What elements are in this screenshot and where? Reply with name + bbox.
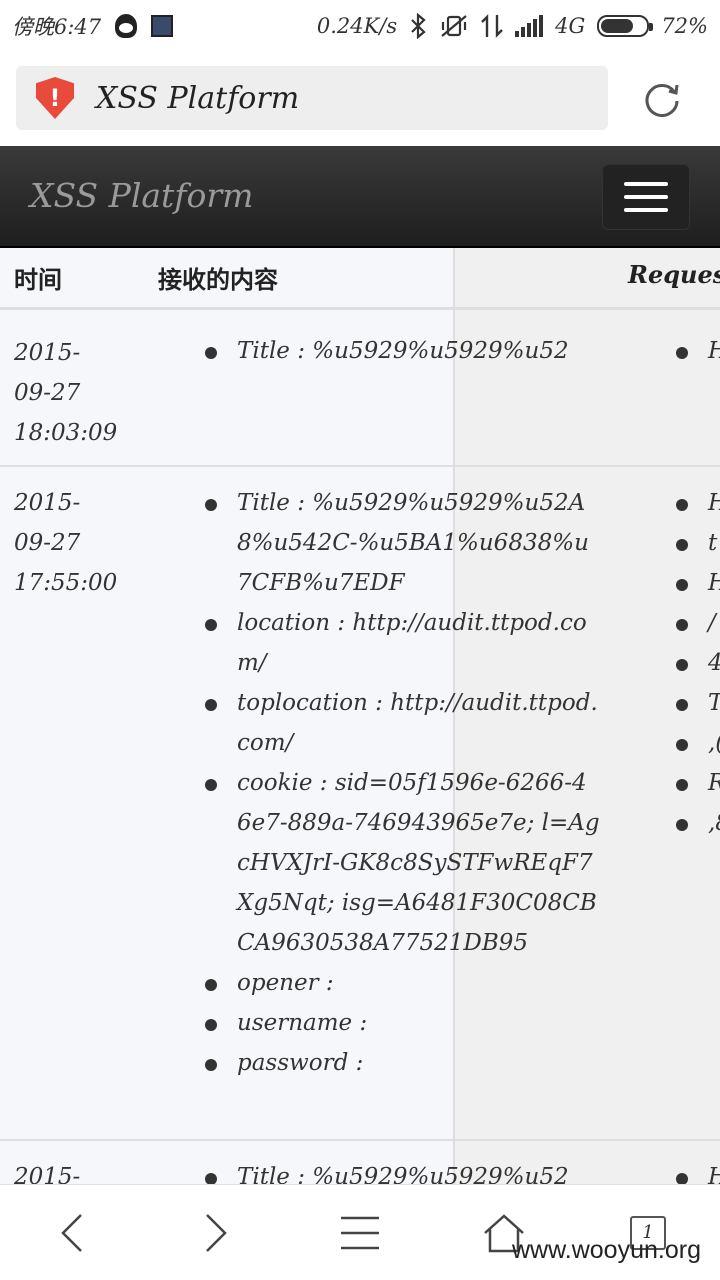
time-date-year: 2015- <box>14 490 81 516</box>
data-table: 时间 接收的内容 Request 2015- 09-27 18:03:09 Ti… <box>0 248 720 1184</box>
browser-bottom-nav: 1 <box>0 1184 720 1280</box>
request-list: H <box>676 331 720 371</box>
request-list: H <box>676 1157 720 1184</box>
table-row: 2015- Title : %u5929%u5929%u52 H <box>0 1141 720 1184</box>
address-bar[interactable]: ! XSS Platform <box>16 66 608 130</box>
time-date-day: 09-27 <box>14 530 81 556</box>
list-item-location: location : http://audit.ttpod.com/ <box>205 603 600 683</box>
brand-logo[interactable]: XSS Platform <box>30 176 253 215</box>
list-item-opener: opener : <box>205 963 600 1003</box>
status-bar: 傍晚6:47 0.24K/s 4G 72% <box>0 0 720 52</box>
list-item-cont: 4 <box>676 643 720 683</box>
list-item-title: Title : %u5929%u5929%u52A8%u542C-%u5BA1%… <box>205 483 600 603</box>
list-item: Title : %u5929%u5929%u52 <box>205 331 600 371</box>
menu-icon <box>341 1216 379 1249</box>
row-time: 2015- 09-27 17:55:00 <box>14 483 164 603</box>
request-list: H t H / 4 T ,( R ,8 <box>676 483 720 843</box>
list-item-username: username : <box>205 1003 600 1043</box>
watermark: www.wooyun.org <box>512 1236 701 1264</box>
app-navbar: XSS Platform <box>0 146 720 248</box>
hamburger-line <box>624 195 668 199</box>
hamburger-line <box>624 208 668 212</box>
list-item-toplocation: toplocation : http://audit.ttpod.com/ <box>205 683 600 763</box>
address-bar-title[interactable]: XSS Platform <box>96 81 299 116</box>
battery-percent: 72% <box>661 14 708 38</box>
network-speed: 0.24K/s <box>316 14 398 38</box>
list-item: H <box>676 1157 720 1184</box>
back-button[interactable] <box>37 1198 107 1268</box>
list-item: H <box>676 483 720 523</box>
list-item-cont: T <box>676 683 720 723</box>
table-row: 2015- 09-27 17:55:00 Title : %u5929%u592… <box>0 467 720 1141</box>
shield-warning-icon[interactable]: ! <box>36 77 74 119</box>
table-header: 时间 接收的内容 Request <box>0 248 720 310</box>
menu-button[interactable] <box>325 1198 395 1268</box>
chevron-left-icon <box>61 1213 82 1252</box>
list-item: H <box>676 563 720 603</box>
battery-icon <box>597 15 654 37</box>
browser-toolbar: ! XSS Platform <box>0 52 720 146</box>
qq-icon <box>115 14 138 38</box>
row-time: 2015- 09-27 18:03:09 <box>14 333 164 453</box>
vibrate-off-icon <box>441 15 467 37</box>
time-date-day: 09-27 <box>14 380 81 406</box>
app-notification-icon <box>151 15 174 37</box>
list-item-cont: / <box>676 603 720 643</box>
network-type: 4G <box>555 14 586 38</box>
list-item-cont: ,8 <box>676 803 720 843</box>
header-request: Request <box>628 260 720 289</box>
header-content: 接收的内容 <box>158 266 278 294</box>
row-time: 2015- <box>14 1157 164 1184</box>
list-item: H <box>676 331 720 371</box>
chevron-right-icon <box>206 1213 227 1252</box>
list-item-password: password : <box>205 1043 600 1083</box>
status-time: 傍晚6:47 <box>12 15 102 39</box>
signal-icon <box>515 15 544 37</box>
list-item-cookie: cookie : sid=05f1596e-6266-46e7-889a-746… <box>205 763 600 963</box>
time-clock: 17:55:00 <box>14 570 118 596</box>
header-time: 时间 <box>14 266 62 294</box>
hamburger-line <box>624 182 668 186</box>
content-list: Title : %u5929%u5929%u52 <box>205 331 600 371</box>
forward-button[interactable] <box>181 1198 251 1268</box>
list-item-cont: ,( <box>676 723 720 763</box>
menu-toggle-button[interactable] <box>602 164 690 230</box>
content-list: Title : %u5929%u5929%u52A8%u542C-%u5BA1%… <box>205 483 600 1083</box>
time-clock: 18:03:09 <box>14 420 118 446</box>
data-transfer-icon <box>481 14 504 38</box>
list-item: Title : %u5929%u5929%u52 <box>205 1157 600 1184</box>
table-row: 2015- 09-27 18:03:09 Title : %u5929%u592… <box>0 313 720 467</box>
list-item-cont: t <box>676 523 720 563</box>
battery-fill <box>601 19 633 33</box>
list-item: R <box>676 763 720 803</box>
content-list: Title : %u5929%u5929%u52 <box>205 1157 600 1184</box>
reload-icon[interactable] <box>642 79 682 119</box>
time-date-year: 2015- <box>14 1164 81 1184</box>
bluetooth-icon <box>411 13 426 39</box>
time-date-year: 2015- <box>14 340 81 366</box>
